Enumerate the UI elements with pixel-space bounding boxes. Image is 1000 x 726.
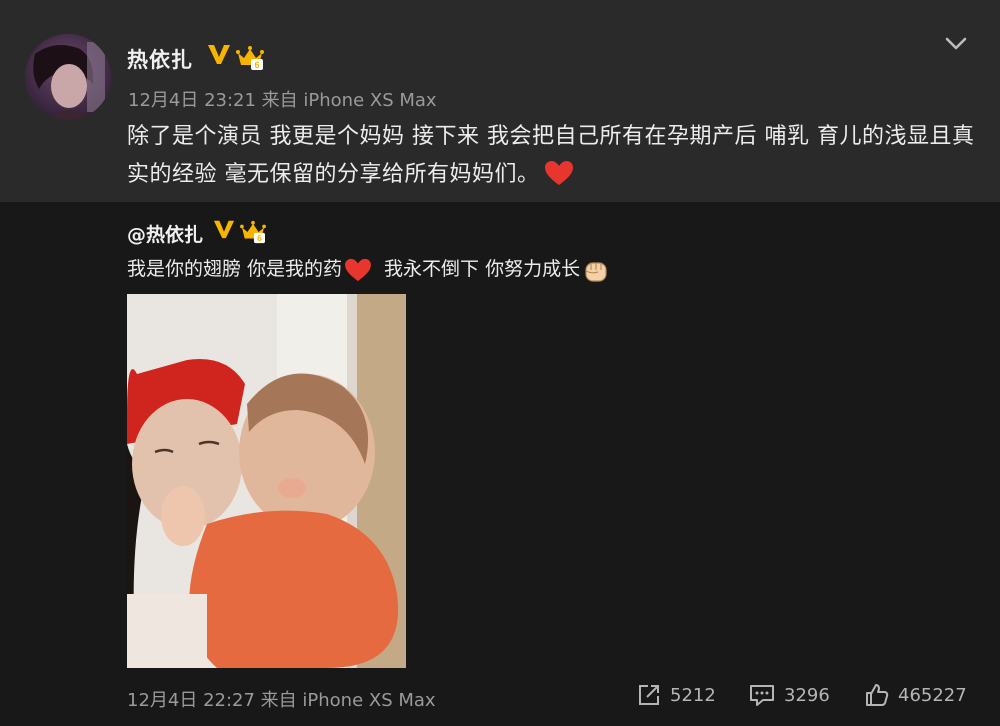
share-icon xyxy=(639,685,659,705)
comment-button[interactable]: 3296 xyxy=(749,682,830,708)
like-icon xyxy=(866,684,889,706)
repost-mention[interactable]: @热依扎 xyxy=(127,220,203,247)
post-content: 除了是个演员 我更是个妈妈 接下来 我会把自己所有在孕期产后 哺乳 育儿的浅显且… xyxy=(127,118,977,194)
original-post: 热依扎 6 12月4日 23:21 来自 iPhone XS Max 除了是个演… xyxy=(0,0,1000,202)
repost-text: 我是你的翅膀 你是我的药 我永不倒下 你努力成长 xyxy=(127,254,612,284)
repost-photo[interactable] xyxy=(127,294,406,668)
reposted-post: @热依扎 6 我是你的翅膀 你是我的药 我永不倒下 你努力成长 12月4日 22… xyxy=(0,202,1000,726)
verified-v-icon xyxy=(208,45,230,64)
share-button[interactable]: 5212 xyxy=(637,682,716,708)
comment-count: 3296 xyxy=(784,684,830,706)
chevron-down-icon[interactable] xyxy=(945,36,967,52)
vip-crown-icon: 6 xyxy=(236,46,264,70)
repost-meta: 12月4日 22:27 来自 iPhone XS Max xyxy=(127,690,436,711)
verified-v-icon xyxy=(213,220,235,239)
like-button[interactable]: 465227 xyxy=(865,682,967,708)
vip-level: 6 xyxy=(257,233,262,243)
heart-emoji xyxy=(544,161,573,185)
avatar[interactable] xyxy=(25,34,111,120)
share-count: 5212 xyxy=(670,684,716,706)
comment-icon xyxy=(750,685,774,706)
post-meta: 12月4日 23:21 来自 iPhone XS Max xyxy=(128,90,437,111)
heart-emoji xyxy=(345,258,371,281)
like-count: 465227 xyxy=(898,684,967,706)
vip-level: 6 xyxy=(254,60,259,70)
fist-emoji xyxy=(585,261,607,282)
repost-text-part1: 我是你的翅膀 你是我的药 xyxy=(127,258,343,280)
vip-crown-icon: 6 xyxy=(240,220,266,243)
username[interactable]: 热依扎 xyxy=(127,44,193,74)
repost-text-part2: 我永不倒下 你努力成长 xyxy=(384,258,581,280)
